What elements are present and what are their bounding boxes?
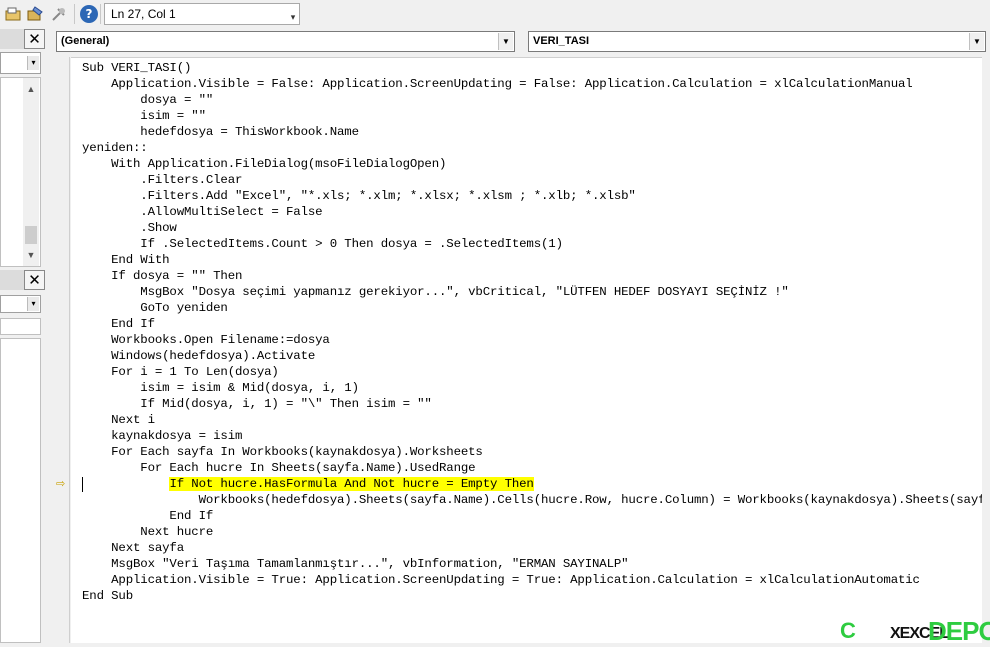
watermark-depo: DEPO (928, 616, 990, 646)
project-tree-scrollbar[interactable]: ▲ ▼ (23, 78, 39, 266)
code-line[interactable]: Application.Visible = False: Application… (82, 76, 990, 92)
help-button[interactable]: ? (80, 5, 98, 23)
code-line[interactable]: isim = isim & Mid(dosya, i, 1) (82, 380, 990, 396)
project-explorer-icon[interactable] (4, 5, 22, 23)
code-line[interactable]: Workbooks(hedefdosya).Sheets(sayfa.Name)… (82, 492, 990, 508)
left-panes: ✕ ▾ ▲ ▼ ✕ ▾ (0, 29, 47, 643)
help-icon: ? (80, 5, 98, 23)
project-pane-dropdown[interactable]: ▾ (27, 56, 39, 70)
object-combo[interactable]: (General) ▼ (56, 31, 515, 52)
watermark-logo: C XEXCEL DEPO (840, 616, 990, 646)
properties-tabs[interactable] (0, 318, 41, 335)
toolbar-separator (74, 4, 75, 24)
cursor-position-status: Ln 27, Col 1 (104, 3, 300, 25)
code-line[interactable]: .Filters.Add "Excel", "*.xls; *.xlm; *.x… (82, 188, 990, 204)
object-combo-value: (General) (61, 35, 110, 47)
code-line[interactable]: .Show (82, 220, 990, 236)
code-line[interactable]: For i = 1 To Len(dosya) (82, 364, 990, 380)
toolbar-overflow-icon[interactable]: ▾ (288, 11, 298, 23)
code-line[interactable]: If Mid(dosya, i, 1) = "\" Then isim = "" (82, 396, 990, 412)
code-line[interactable]: isim = "" (82, 108, 990, 124)
code-line[interactable]: hedefdosya = ThisWorkbook.Name (82, 124, 990, 140)
procedure-combo-value: VERI_TASI (533, 35, 590, 47)
properties-icon[interactable] (26, 5, 44, 23)
code-line[interactable]: dosya = "" (82, 92, 990, 108)
close-icon: ✕ (28, 31, 41, 48)
margin-indicator-bar[interactable]: ⇨ (47, 57, 70, 643)
editor-scrollbar[interactable] (982, 57, 990, 643)
scroll-down-icon[interactable]: ▼ (23, 248, 39, 262)
code-line[interactable]: For Each sayfa In Workbooks(kaynakdosya)… (82, 444, 990, 460)
code-line[interactable]: MsgBox "Dosya seçimi yapmanız gerekiyor.… (82, 284, 990, 300)
scroll-thumb[interactable] (25, 226, 37, 244)
project-pane-header: ✕ (0, 29, 45, 49)
chevron-down-icon: ▾ (27, 297, 39, 311)
code-lines: Sub VERI_TASI() Application.Visible = Fa… (82, 60, 990, 604)
code-line[interactable]: Next i (82, 412, 990, 428)
code-line[interactable]: If Not hucre.HasFormula And Not hucre = … (82, 476, 990, 492)
watermark-c: C (840, 618, 856, 643)
properties-object-dropdown[interactable]: ▾ (0, 295, 41, 313)
code-line[interactable]: Next sayfa (82, 540, 990, 556)
project-tree[interactable]: ▲ ▼ (0, 77, 41, 267)
chevron-down-icon: ▼ (498, 33, 513, 50)
code-line[interactable]: End With (82, 252, 990, 268)
scroll-up-icon[interactable]: ▲ (23, 82, 39, 96)
code-editor[interactable]: Sub VERI_TASI() Application.Visible = Fa… (71, 57, 990, 643)
text-caret (82, 477, 83, 492)
code-line[interactable]: If .SelectedItems.Count > 0 Then dosya =… (82, 236, 990, 252)
highlighted-statement: If Not hucre.HasFormula And Not hucre = … (169, 477, 534, 491)
code-line[interactable]: End If (82, 508, 990, 524)
object-browser-icon[interactable] (50, 5, 68, 23)
code-line[interactable]: Application.Visible = True: Application.… (82, 572, 990, 588)
close-icon: ✕ (28, 272, 41, 289)
chevron-down-icon: ▼ (969, 33, 984, 50)
execution-arrow-icon: ⇨ (56, 478, 66, 490)
toolbar-separator (100, 4, 101, 24)
code-line[interactable]: GoTo yeniden (82, 300, 990, 316)
code-line[interactable]: .Filters.Clear (82, 172, 990, 188)
code-line[interactable]: Windows(hedefdosya).Activate (82, 348, 990, 364)
code-line[interactable]: Sub VERI_TASI() (82, 60, 990, 76)
code-line[interactable]: End If (82, 316, 990, 332)
toolbar: ? Ln 27, Col 1 ▾ (0, 0, 990, 29)
code-line[interactable]: Next hucre (82, 524, 990, 540)
procedure-combo[interactable]: VERI_TASI ▼ (528, 31, 986, 52)
code-window: (General) ▼ VERI_TASI ▼ ⇨ Sub VERI_TASI(… (47, 29, 990, 643)
code-line[interactable]: MsgBox "Veri Taşıma Tamamlanmıştır...", … (82, 556, 990, 572)
code-line[interactable]: yeniden:: (82, 140, 990, 156)
project-pane-toolbar: ▾ (0, 52, 41, 74)
close-project-pane-button[interactable]: ✕ (24, 29, 45, 49)
properties-grid[interactable] (0, 338, 41, 643)
code-line[interactable]: Workbooks.Open Filename:=dosya (82, 332, 990, 348)
code-line[interactable]: With Application.FileDialog(msoFileDialo… (82, 156, 990, 172)
code-line[interactable]: .AllowMultiSelect = False (82, 204, 990, 220)
code-line[interactable]: If dosya = "" Then (82, 268, 990, 284)
properties-pane-header: ✕ (0, 270, 45, 290)
code-line[interactable]: End Sub (82, 588, 990, 604)
code-line[interactable]: kaynakdosya = isim (82, 428, 990, 444)
close-properties-pane-button[interactable]: ✕ (24, 270, 45, 290)
code-line[interactable]: For Each hucre In Sheets(sayfa.Name).Use… (82, 460, 990, 476)
